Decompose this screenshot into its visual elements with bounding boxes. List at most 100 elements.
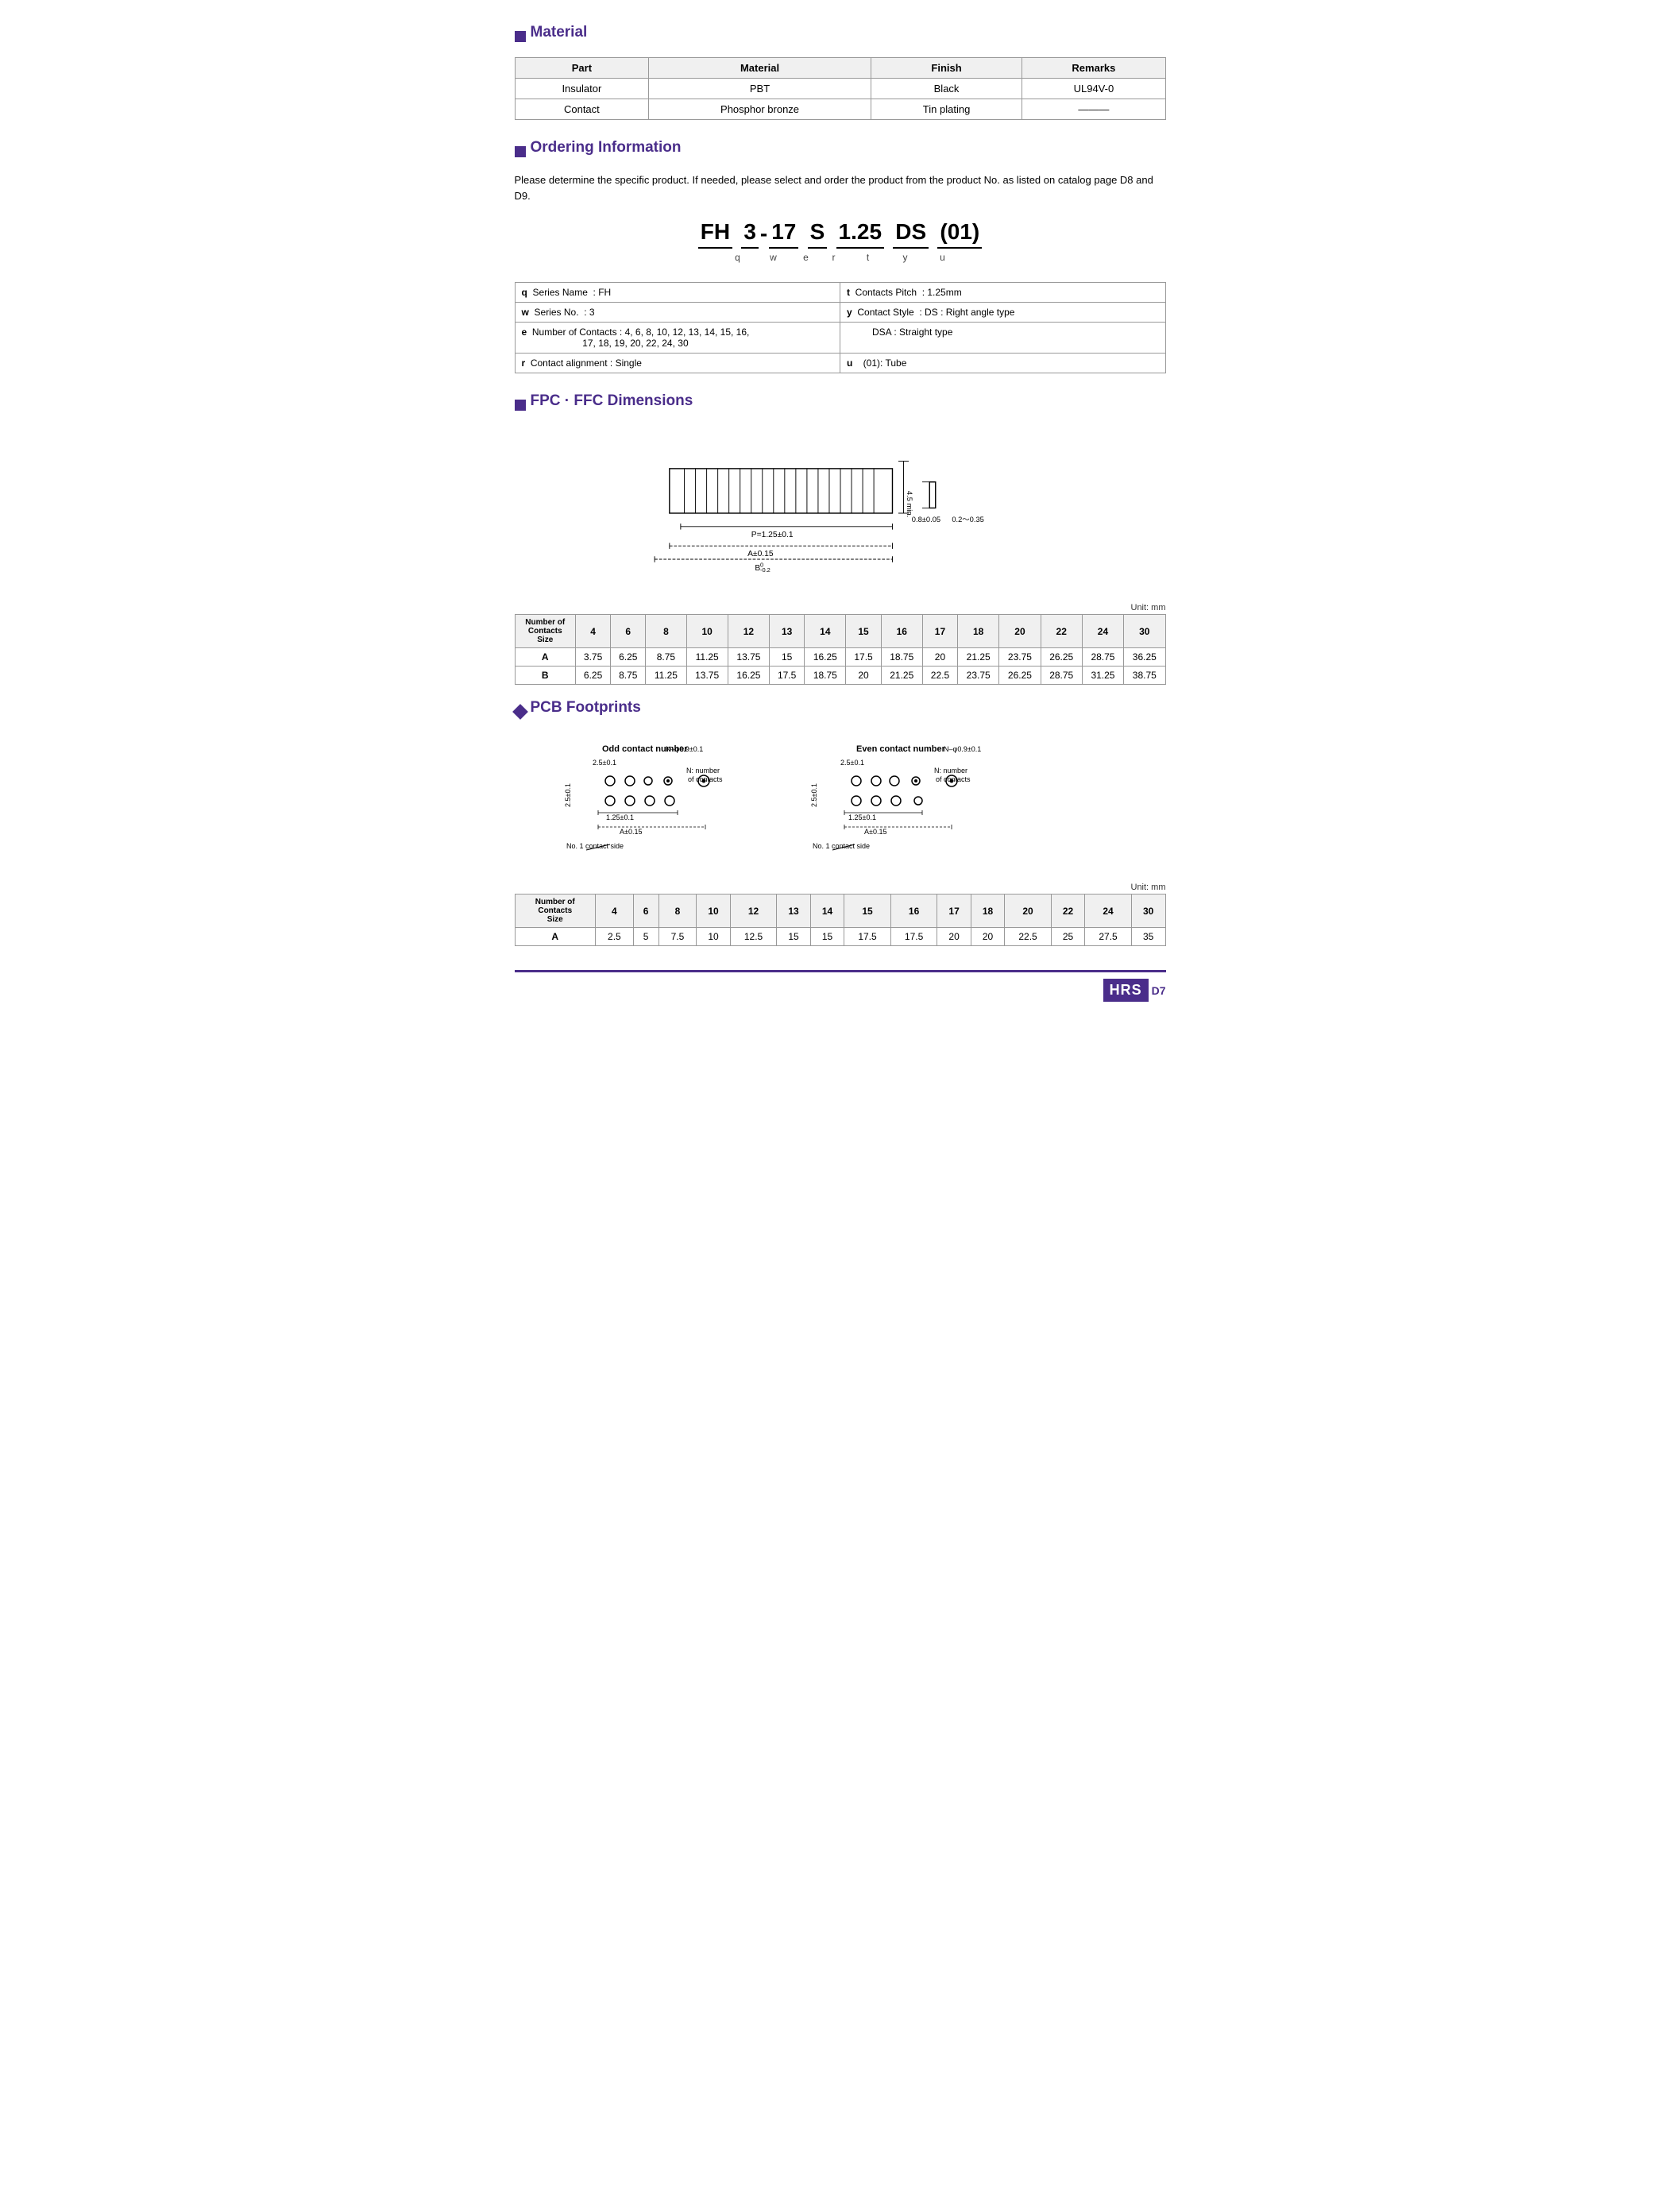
dim-row-label: A: [515, 928, 595, 946]
even-pitch-label: 1.25±0.1: [848, 813, 876, 821]
dim-row-label: B: [515, 667, 576, 685]
dim-row-cell: 22.5: [1005, 928, 1052, 946]
dim-row-cell: 16.25: [805, 648, 846, 667]
ordering-description: Please determine the specific product. I…: [515, 172, 1166, 203]
pn-letter-sp4: [882, 252, 894, 263]
dim-header-col: 8: [646, 615, 686, 648]
fpc-title: FPC · FFC Dimensions: [531, 392, 693, 410]
dim-header-col: 22: [1051, 895, 1084, 928]
even-n-number-label: N: number: [934, 767, 967, 775]
ordering-heading: Ordering Information: [515, 139, 1166, 164]
dim-row-cell: 11.25: [646, 667, 686, 685]
footer: HRS D7: [515, 970, 1166, 1002]
material-section: Material Part Material Finish Remarks In…: [515, 24, 1166, 120]
pn-ds: DS: [893, 219, 929, 249]
dim-header-col: 24: [1085, 895, 1132, 928]
dim-header-col: 4: [576, 615, 611, 648]
dim-row-cell: 20: [922, 648, 957, 667]
dim-row-cell: 22.5: [922, 667, 957, 685]
dim-row-cell: 18.75: [881, 648, 922, 667]
pcb-title: PCB Footprints: [531, 699, 641, 717]
dim-row-cell: 21.25: [958, 648, 999, 667]
dim-row-cell: 17.5: [770, 667, 805, 685]
dim-row-cell: 2.5: [595, 928, 633, 946]
material-icon: [515, 31, 526, 42]
ordering-title: Ordering Information: [531, 139, 682, 156]
even-hole-b2: [871, 796, 881, 806]
dim-row-cell: 27.5: [1085, 928, 1132, 946]
pn-fh: FH: [698, 219, 732, 249]
ordering-row3-right: DSA : Straight type: [840, 323, 1166, 354]
material-cell: Contact: [515, 99, 649, 120]
dim-row-cell: 15: [810, 928, 844, 946]
odd-a-dim: A±0.15: [620, 828, 642, 836]
dim-header-col: 13: [777, 895, 810, 928]
dim-row-cell: 20: [937, 928, 971, 946]
dim-a: A±0.15: [747, 550, 774, 558]
odd-circle-open: [644, 777, 652, 785]
dim-row-cell: 6.25: [611, 648, 646, 667]
dim-row-cell: 3.75: [576, 648, 611, 667]
dim-header-col: 20: [999, 615, 1041, 648]
dim-row-cell: 20: [971, 928, 1004, 946]
dim-header-col: 17: [922, 615, 957, 648]
even-hole-b1: [852, 796, 861, 806]
dim-row-cell: 13.75: [728, 648, 769, 667]
even-hole-2: [871, 776, 881, 786]
dim-row-cell: 26.25: [1041, 648, 1082, 667]
even-circle-open: [914, 797, 922, 805]
pn-letter-dash: [780, 252, 796, 263]
dim-row-cell: 17.5: [890, 928, 937, 946]
dim-row-cell: 26.25: [999, 667, 1041, 685]
col-part: Part: [515, 58, 649, 79]
dim-p125: P=1.25±0.1: [751, 531, 793, 539]
dim-row-cell: 8.75: [611, 667, 646, 685]
pn-sp1: [732, 221, 741, 249]
dim-b-sub: -0.2: [759, 566, 770, 574]
material-cell: Phosphor bronze: [649, 99, 871, 120]
col-finish: Finish: [871, 58, 1022, 79]
dim-header-col: 13: [770, 615, 805, 648]
pcb-svg: Odd contact number 2.5±0.1 N–φ0.9±0.1 2.…: [562, 737, 1118, 872]
dim-row-cell: 6.25: [576, 667, 611, 685]
ordering-row4-right: u (01): Tube: [840, 354, 1166, 373]
odd-dim-vert: 2.5±0.1: [564, 783, 572, 807]
dim-row-cell: 7.5: [658, 928, 697, 946]
ordering-row3-left: e Number of Contacts : 4, 6, 8, 10, 12, …: [515, 323, 840, 354]
dim-row-cell: 35: [1131, 928, 1165, 946]
pn-dash1: -: [759, 221, 769, 249]
odd-hole-2: [625, 776, 635, 786]
dim-header-col: 10: [686, 615, 728, 648]
fpc-svg: 4.5 min. P=1.25±0.1 A±0.15 B 0 -0.2 0.: [610, 434, 1071, 593]
ordering-row2-right: y Contact Style : DS : Right angle type: [840, 303, 1166, 323]
pn-letter-w: w: [766, 252, 780, 263]
dim-02035: 0.2～0.35: [952, 516, 984, 524]
dim-header-col: 15: [846, 615, 881, 648]
odd-hole-1: [605, 776, 615, 786]
dim-header-col: 12: [730, 895, 777, 928]
dim-008: 0.8±0.05: [911, 516, 940, 524]
dim-row-cell: 31.25: [1082, 667, 1123, 685]
hrs-logo-text: HRS: [1103, 979, 1149, 1002]
odd-no1-label: No. 1 contact side: [566, 842, 624, 850]
dim-row-label: A: [515, 648, 576, 667]
dim-row-cell: 17.5: [846, 648, 881, 667]
dim-row-cell: 20: [846, 667, 881, 685]
dim-header-col: 4: [595, 895, 633, 928]
page-number: D7: [1152, 984, 1166, 997]
hrs-logo: HRS D7: [1103, 979, 1166, 1002]
fpc-dimensions-section: FPC · FFC Dimensions: [515, 392, 1166, 685]
fpc-icon: [515, 400, 526, 411]
even-hole-1: [852, 776, 861, 786]
pcb-unit-label: Unit: mm: [515, 883, 1166, 892]
pcb-heading: PCB Footprints: [515, 699, 1166, 724]
dim-header-col: 8: [658, 895, 697, 928]
dim-header-contacts: Number ofContactsSize: [515, 895, 595, 928]
dim-row-cell: 28.75: [1082, 648, 1123, 667]
dim-row-cell: 5: [633, 928, 658, 946]
pn-letter-y: y: [894, 252, 915, 263]
col-material: Material: [649, 58, 871, 79]
even-hole-3: [890, 776, 899, 786]
material-cell: ———: [1022, 99, 1165, 120]
fpc-unit-label: Unit: mm: [515, 603, 1166, 612]
